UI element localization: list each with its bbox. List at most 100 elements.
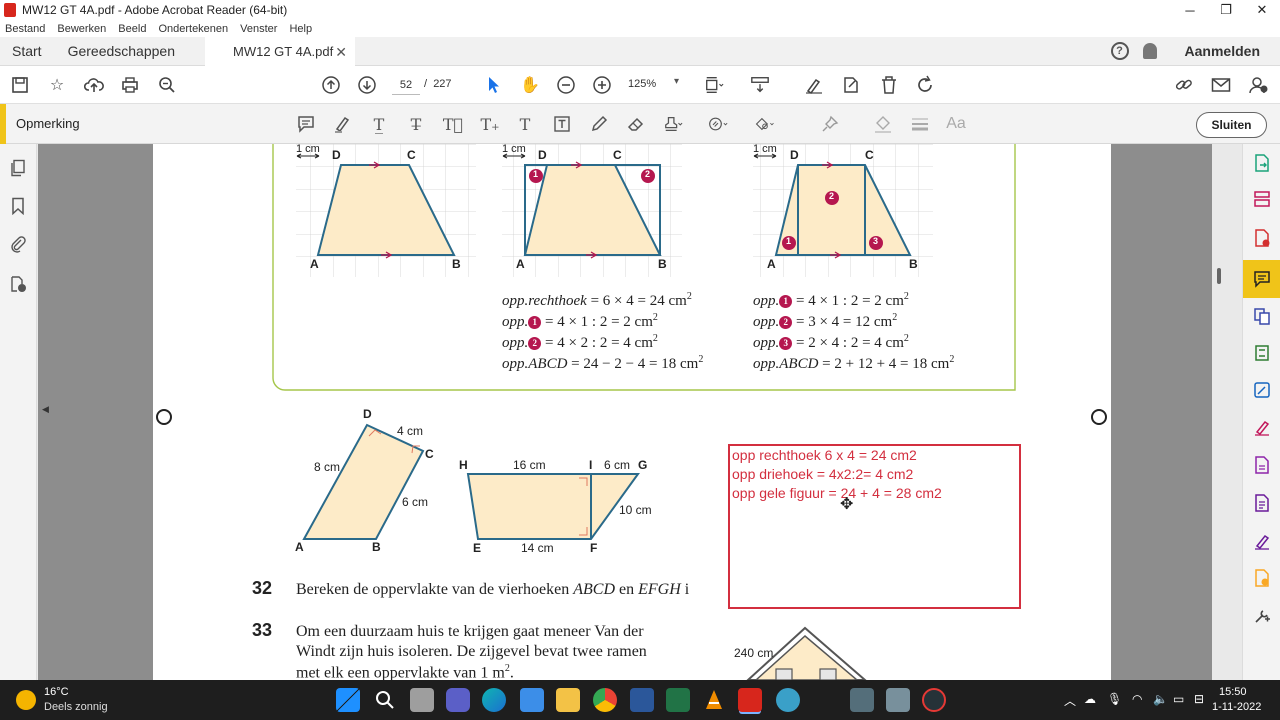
paperclip-icon[interactable] [9, 235, 27, 253]
send-for-review-icon[interactable] [1252, 568, 1272, 588]
select-cursor-icon[interactable] [483, 75, 503, 95]
taskbar-search-icon[interactable] [373, 688, 397, 712]
menu-bestand[interactable]: Bestand [5, 23, 45, 35]
shapes-icon[interactable] [755, 114, 775, 134]
zoom-out-icon[interactable] [556, 75, 576, 95]
comment-tool-icon[interactable] [1252, 269, 1272, 289]
previous-page-icon[interactable] [321, 75, 341, 95]
clock-time[interactable]: 15:50 [1219, 686, 1247, 698]
more-tools-icon[interactable] [1252, 606, 1272, 626]
menu-beeld[interactable]: Beeld [118, 23, 146, 35]
close-comment-button[interactable]: Sluiten [1196, 112, 1267, 138]
weather-sun-icon[interactable] [16, 690, 36, 710]
share-edit-icon[interactable] [841, 75, 861, 95]
line-weight-icon[interactable] [910, 114, 930, 134]
help-icon[interactable]: ? [1110, 42, 1129, 60]
eraser-icon[interactable] [626, 114, 646, 134]
acrobat-taskbar-icon[interactable] [738, 688, 762, 712]
page-thumbnails-icon[interactable] [9, 159, 27, 177]
clock-date[interactable]: 1-11-2022 [1212, 701, 1261, 713]
document-viewport[interactable]: 1 cm D C A B 1 cm D C A B 1 2 1 cm D C A… [38, 144, 1212, 680]
request-signature-icon[interactable] [1252, 531, 1272, 551]
compress-pdf-icon[interactable] [1252, 343, 1272, 363]
tray-extra-icon[interactable]: ⊟ [1194, 692, 1204, 706]
weather-temperature[interactable]: 16°C [44, 686, 69, 698]
add-user-icon[interactable] [1248, 75, 1268, 95]
stamp-icon[interactable] [663, 114, 683, 134]
next-page-icon[interactable] [357, 75, 377, 95]
zoom-dropdown-chevron-icon[interactable]: ▾ [674, 76, 679, 87]
page-fit-icon[interactable] [704, 75, 724, 95]
strikethrough-text-icon[interactable]: T̶ [406, 114, 426, 134]
teams-chat-icon[interactable] [446, 688, 470, 712]
collapse-left-panel-icon[interactable]: ◀ [42, 404, 49, 415]
screen-recorder-icon[interactable] [922, 688, 946, 712]
minimize-button[interactable]: ─ [1172, 0, 1208, 20]
excel-app-icon[interactable] [666, 688, 690, 712]
zoom-level-select[interactable]: 125% [628, 78, 656, 90]
zoom-in-icon[interactable] [592, 75, 612, 95]
add-text-icon[interactable]: T [515, 114, 535, 134]
export-pdf-icon[interactable] [1252, 153, 1272, 173]
highlight-pen-icon[interactable] [332, 114, 352, 134]
comment-text-box[interactable]: opp rechthoek 6 x 4 = 24 cm2 opp driehoe… [728, 444, 1021, 609]
word-app-icon[interactable] [630, 688, 654, 712]
windows-start-icon[interactable] [336, 688, 360, 712]
print-icon[interactable] [120, 75, 140, 95]
combine-files-icon[interactable] [1252, 306, 1272, 326]
link-icon[interactable] [1174, 75, 1194, 95]
task-view-icon[interactable] [410, 688, 434, 712]
sticky-note-icon[interactable] [296, 114, 316, 134]
notification-bell-icon[interactable] [1142, 43, 1157, 59]
forms-icon[interactable] [1252, 493, 1272, 513]
tab-document[interactable]: MW12 GT 4A.pdf ✕ [205, 36, 355, 66]
organize-pages-icon[interactable] [1252, 189, 1272, 209]
pin-icon[interactable] [820, 114, 840, 134]
replace-text-icon[interactable]: T⃞ [443, 114, 463, 134]
weather-description[interactable]: Deels zonnig [44, 701, 108, 713]
battery-icon[interactable]: ▭ [1173, 692, 1184, 706]
email-icon[interactable] [1211, 75, 1231, 95]
zoom-search-icon[interactable] [157, 75, 177, 95]
hand-tool-icon[interactable]: ✋ [520, 75, 540, 95]
snipping-tool-icon[interactable] [886, 688, 910, 712]
microsoft-store-icon[interactable] [520, 688, 544, 712]
save-icon[interactable] [10, 75, 30, 95]
font-style-icon[interactable]: Aa [946, 114, 966, 134]
remote-desktop-icon[interactable] [850, 688, 874, 712]
menu-venster[interactable]: Venster [240, 23, 277, 35]
scrollbar-thumb[interactable] [1217, 268, 1221, 284]
page-number-input[interactable]: 52 [392, 75, 420, 95]
vlc-player-icon[interactable] [702, 688, 726, 712]
edge-browser-icon[interactable] [482, 688, 506, 712]
maximize-button[interactable]: ❐ [1208, 0, 1244, 20]
attach-file-icon[interactable] [708, 114, 728, 134]
chrome-browser-icon[interactable] [593, 688, 617, 712]
globe-app-icon[interactable] [776, 688, 800, 712]
menu-bewerken[interactable]: Bewerken [57, 23, 106, 35]
close-window-button[interactable]: ✕ [1244, 0, 1280, 20]
fill-color-icon[interactable] [873, 114, 893, 134]
sign-in-button[interactable]: Aanmelden [1185, 43, 1260, 59]
draw-pencil-icon[interactable] [589, 114, 609, 134]
fill-sign-icon[interactable] [1252, 417, 1272, 437]
document-info-icon[interactable] [9, 275, 27, 293]
microphone-icon[interactable]: 🎙 [1107, 692, 1122, 706]
tab-start[interactable]: Start [12, 43, 42, 59]
tray-overflow-chevron-icon[interactable]: ︿ [1064, 692, 1076, 709]
menu-help[interactable]: Help [289, 23, 312, 35]
sign-pen-icon[interactable] [804, 75, 824, 95]
delete-trash-icon[interactable] [879, 75, 899, 95]
tab-tools[interactable]: Gereedschappen [68, 43, 175, 59]
onedrive-cloud-icon[interactable]: ☁ [1084, 692, 1096, 706]
rotate-icon[interactable] [915, 75, 935, 95]
menu-ondertekenen[interactable]: Ondertekenen [158, 23, 228, 35]
edit-pdf-icon[interactable] [1252, 380, 1272, 400]
insert-text-icon[interactable]: T₊ [480, 114, 500, 134]
bookmark-icon[interactable] [9, 197, 27, 215]
volume-icon[interactable]: 🔈 [1153, 692, 1168, 706]
text-box-icon[interactable] [552, 114, 572, 134]
create-pdf-icon[interactable] [1252, 228, 1272, 248]
pdf-document-icon[interactable] [1252, 455, 1272, 475]
cloud-upload-icon[interactable] [84, 75, 104, 95]
